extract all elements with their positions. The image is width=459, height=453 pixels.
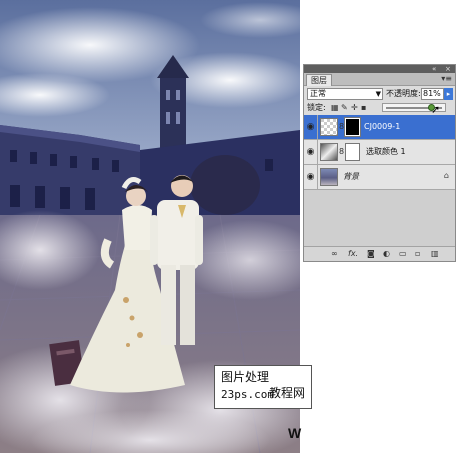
blend-row: 正常 ▼ 不透明度: 81% ▸ xyxy=(304,86,455,102)
background-thumbnail xyxy=(320,168,338,186)
adjustment-icon[interactable]: ◐ xyxy=(383,249,390,258)
layer-row[interactable]: ◉ 背景 ⌂ xyxy=(304,165,455,190)
link-chain-icon[interactable]: 8 xyxy=(339,122,344,132)
chevron-down-icon: ▼ xyxy=(375,90,381,98)
layers-panel: « × 图层 ▾≡ 正常 ▼ 不透明度: 81% ▸ 锁定: ▦ ✎ ✛ ▪ ➚… xyxy=(303,64,456,262)
group-icon[interactable]: ▭ xyxy=(399,249,407,258)
opacity-label: 不透明度: xyxy=(386,89,421,98)
eye-icon[interactable]: ◉ xyxy=(305,172,316,182)
divider xyxy=(317,165,318,189)
layer-name[interactable]: 背景 xyxy=(343,172,359,182)
lock-icon: ⌂ xyxy=(443,171,449,180)
double-chevron-icon[interactable]: « xyxy=(432,65,436,73)
fx-icon[interactable]: fx. xyxy=(348,249,358,258)
panel-menu-icon[interactable]: ▾≡ xyxy=(441,73,452,85)
divider xyxy=(317,115,318,139)
adjustment-layer-icon xyxy=(320,143,338,161)
new-layer-icon[interactable]: ▫ xyxy=(415,249,420,258)
layer-mask-thumbnail[interactable] xyxy=(344,117,361,137)
mouse-pointer-icon: ➚ xyxy=(431,103,441,116)
divider xyxy=(317,140,318,164)
link-chain-icon[interactable]: 8 xyxy=(339,147,344,157)
watermark-title: 图片处理 xyxy=(221,370,270,384)
lock-all-icon[interactable]: ▪ xyxy=(361,104,366,112)
lock-position-icon[interactable]: ✛ xyxy=(351,104,358,112)
lock-row: 锁定: ▦ ✎ ✛ ▪ ➚ xyxy=(304,102,455,115)
lock-label: 锁定: xyxy=(307,103,326,112)
blend-mode-value: 正常 xyxy=(310,89,326,98)
lock-pixels-icon[interactable]: ✎ xyxy=(341,104,348,112)
layer-row[interactable]: ◉ 8 CJ0009-1 xyxy=(304,115,455,140)
link-icon[interactable]: ∞ xyxy=(331,249,338,258)
eye-icon[interactable]: ◉ xyxy=(305,122,316,132)
eye-icon[interactable]: ◉ xyxy=(305,147,316,157)
watermark-badge: 图片处理 23ps.com 教程网 xyxy=(214,365,312,409)
layer-list: ◉ 8 CJ0009-1 ◉ 8 选取颜色 1 ◉ 背景 ⌂ xyxy=(304,115,455,247)
panel-footer: ∞ fx. ◙ ◐ ▭ ▫ ▥ xyxy=(304,246,455,261)
layer-thumbnail xyxy=(320,118,338,136)
lock-transparency-icon[interactable]: ▦ xyxy=(331,104,339,112)
layer-row[interactable]: ◉ 8 选取颜色 1 xyxy=(304,140,455,165)
opacity-field[interactable]: 81% xyxy=(421,88,444,100)
mask-icon[interactable]: ◙ xyxy=(367,249,375,258)
watermark-url: 23ps.com xyxy=(221,388,274,401)
opacity-dropdown-icon[interactable]: ▸ xyxy=(444,88,453,100)
close-icon[interactable]: × xyxy=(445,65,451,73)
watermark-subtitle: 教程网 xyxy=(269,386,306,400)
panel-tab-row: 图层 ▾≡ xyxy=(304,73,455,86)
layer-name[interactable]: CJ0009-1 xyxy=(364,122,400,132)
layer-name[interactable]: 选取颜色 1 xyxy=(366,147,406,157)
blend-mode-select[interactable]: 正常 ▼ xyxy=(307,88,383,100)
layer-mask-thumbnail[interactable] xyxy=(345,143,360,161)
trash-icon[interactable]: ▥ xyxy=(431,249,439,258)
tab-layers[interactable]: 图层 xyxy=(306,74,332,86)
corner-watermark: W xyxy=(288,425,302,441)
panel-titlebar: « × xyxy=(304,65,455,73)
